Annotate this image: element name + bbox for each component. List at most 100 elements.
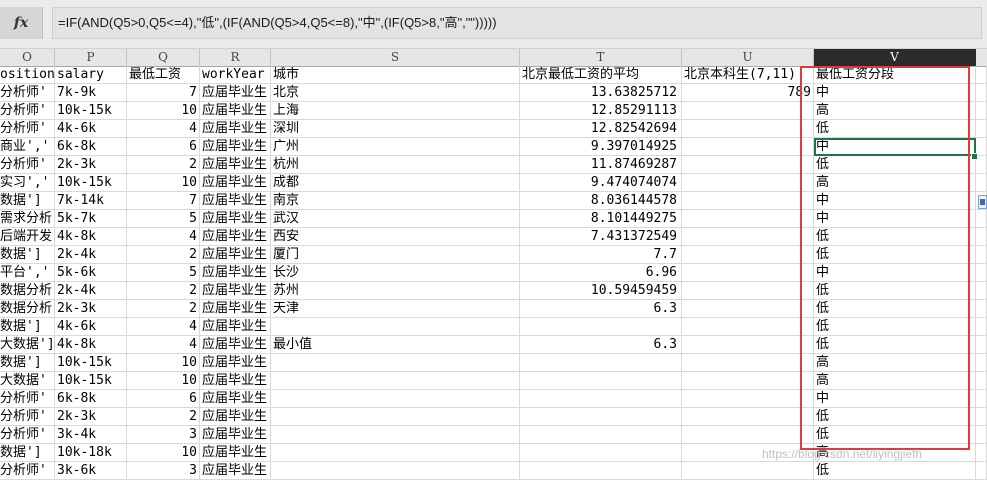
column-header-s[interactable]: S [271,49,520,66]
cell-o[interactable]: 分析师' [0,102,55,120]
cell-u[interactable] [682,246,814,264]
column-header-r[interactable]: R [200,49,271,66]
cell-p[interactable]: 4k-8k [55,336,127,354]
cell-r[interactable]: 应届毕业生 [200,300,271,318]
cell-o[interactable]: 分析师' [0,120,55,138]
cell-r[interactable]: 应届毕业生 [200,156,271,174]
cell-s[interactable]: 天津 [271,300,520,318]
cell-w[interactable] [976,354,987,372]
cell-o[interactable]: 分析师' [0,84,55,102]
cell-s[interactable]: 苏州 [271,282,520,300]
cell-p[interactable]: 10k-15k [55,102,127,120]
cell-r[interactable]: 应届毕业生 [200,192,271,210]
cell-r[interactable]: 应届毕业生 [200,210,271,228]
column-header-u[interactable]: U [682,49,814,66]
cell-o[interactable]: 商业',' [0,138,55,156]
cell-s[interactable] [271,354,520,372]
cell-r[interactable]: 应届毕业生 [200,408,271,426]
cell-r[interactable]: 应届毕业生 [200,282,271,300]
cell-s[interactable]: 武汉 [271,210,520,228]
cell-v[interactable]: 低 [814,156,976,174]
cell-q[interactable]: 2 [127,408,200,426]
cell-q[interactable]: 最低工资 [127,66,200,84]
cell-t[interactable]: 北京最低工资的平均 [520,66,682,84]
cell-u[interactable] [682,426,814,444]
cell-q[interactable]: 3 [127,426,200,444]
cell-q[interactable]: 5 [127,264,200,282]
cell-r[interactable]: 应届毕业生 [200,444,271,462]
cell-t[interactable]: 6.3 [520,336,682,354]
cell-r[interactable]: 应届毕业生 [200,462,271,480]
cell-q[interactable]: 2 [127,282,200,300]
cell-o[interactable]: 大数据' [0,372,55,390]
cell-p[interactable]: 10k-15k [55,354,127,372]
cell-p[interactable]: 2k-3k [55,408,127,426]
cell-s[interactable] [271,426,520,444]
cell-p[interactable]: 2k-4k [55,246,127,264]
cell-t[interactable] [520,354,682,372]
cell-t[interactable]: 11.87469287 [520,156,682,174]
cell-q[interactable]: 7 [127,192,200,210]
cell-r[interactable]: 应届毕业生 [200,354,271,372]
cell-q[interactable]: 4 [127,228,200,246]
cell-w[interactable] [976,120,987,138]
cell-w[interactable] [976,318,987,336]
cell-t[interactable]: 8.036144578 [520,192,682,210]
cell-u[interactable] [682,102,814,120]
cell-v[interactable]: 低 [814,336,976,354]
cell-q[interactable]: 10 [127,354,200,372]
cell-t[interactable]: 7.7 [520,246,682,264]
cell-o[interactable]: 平台',' [0,264,55,282]
cell-v[interactable]: 中 [814,264,976,282]
cell-p[interactable]: 3k-6k [55,462,127,480]
cell-r[interactable]: 应届毕业生 [200,372,271,390]
cell-u[interactable] [682,264,814,282]
cell-p[interactable]: 10k-15k [55,174,127,192]
cell-t[interactable] [520,426,682,444]
cell-p[interactable]: 6k-8k [55,138,127,156]
cell-p[interactable]: 2k-3k [55,300,127,318]
cell-s[interactable] [271,318,520,336]
cell-o[interactable]: 数据'] [0,318,55,336]
cell-w[interactable] [976,444,987,462]
cell-u[interactable] [682,408,814,426]
cell-s[interactable]: 最小值 [271,336,520,354]
cell-q[interactable]: 10 [127,102,200,120]
cell-o[interactable]: 实习',' [0,174,55,192]
cell-t[interactable] [520,318,682,336]
cell-o[interactable]: 数据'] [0,192,55,210]
cell-o[interactable]: 数据'] [0,246,55,264]
cell-s[interactable]: 深圳 [271,120,520,138]
cell-u[interactable]: 北京本科生(7,11) [682,66,814,84]
cell-v[interactable]: 高 [814,102,976,120]
cell-u[interactable] [682,138,814,156]
cell-v[interactable]: 低 [814,318,976,336]
cell-s[interactable] [271,408,520,426]
column-header-w[interactable] [976,49,987,66]
cell-w[interactable] [976,84,987,102]
cell-s[interactable] [271,372,520,390]
cell-t[interactable]: 12.85291113 [520,102,682,120]
paste-options-icon[interactable] [978,195,987,209]
cell-p[interactable]: 2k-3k [55,156,127,174]
cell-q[interactable]: 10 [127,174,200,192]
cell-q[interactable]: 5 [127,210,200,228]
cell-p[interactable]: 3k-4k [55,426,127,444]
cell-o[interactable]: 分析师' [0,156,55,174]
cell-p[interactable]: salary [55,66,127,84]
cell-v[interactable]: 低 [814,120,976,138]
cell-o[interactable]: ositionl [0,66,55,84]
cell-v[interactable]: 低 [814,300,976,318]
cell-q[interactable]: 6 [127,390,200,408]
cell-o[interactable]: 分析师' [0,426,55,444]
cell-o[interactable]: 分析师' [0,408,55,426]
cell-q[interactable]: 7 [127,84,200,102]
cell-r[interactable]: 应届毕业生 [200,390,271,408]
cell-v[interactable]: 中 [814,84,976,102]
cell-t[interactable]: 13.63825712 [520,84,682,102]
cell-v[interactable]: 最低工资分段 [814,66,976,84]
cell-w[interactable] [976,210,987,228]
cell-s[interactable]: 上海 [271,102,520,120]
cell-w[interactable] [976,246,987,264]
cell-w[interactable] [976,426,987,444]
